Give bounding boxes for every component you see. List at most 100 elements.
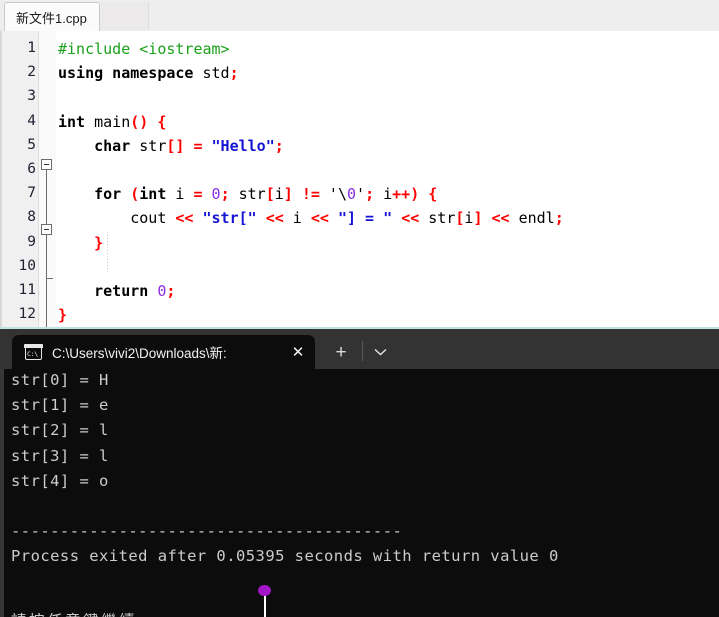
line-number: 6 <box>27 161 36 177</box>
code-token: "str[" <box>202 209 257 228</box>
code-token: ( <box>130 185 140 204</box>
code-line[interactable]: #include <iostream> <box>58 40 230 58</box>
code-line[interactable]: char str[] = "Hello"; <box>58 137 284 155</box>
code-lines: 1 #include <iostream> 2 using namespace std… <box>0 31 719 327</box>
command-prompt-icon: C:\ <box>24 343 43 360</box>
code-token: "] = " <box>337 209 393 228</box>
code-area[interactable]: 1 #include <iostream> 2 using namespace std… <box>0 31 719 329</box>
terminal-line: str[4] = o <box>11 471 109 490</box>
code-token: { <box>157 112 167 131</box>
code-token: cout <box>58 209 176 228</box>
code-token: } <box>94 233 104 252</box>
editor-tab-file[interactable]: 新文件1.cpp <box>4 2 100 33</box>
code-token: << <box>310 209 329 228</box>
terminal-prompt-line: 請按任意鍵繼續 . . . <box>11 609 182 617</box>
fold-bracket-line-7 <box>46 235 47 327</box>
new-tab-button[interactable]: + <box>327 339 355 365</box>
code-line[interactable]: } <box>58 306 67 324</box>
code-token: ; <box>220 185 230 204</box>
code-token: #include <box>58 40 140 58</box>
terminal-tab[interactable]: C:\ C:\Users\vivi2\Downloads\新: ✕ <box>12 335 315 369</box>
code-token: = <box>193 136 203 155</box>
indent-guide <box>107 232 108 274</box>
code-token: "Hello" <box>211 136 275 155</box>
code-line[interactable]: return 0; <box>58 282 175 300</box>
code-line[interactable]: } <box>58 234 103 252</box>
terminal-line: str[0] = H <box>11 371 109 389</box>
code-line[interactable]: using namespace std; <box>58 64 239 82</box>
editor-tab-label: 新文件1.cpp <box>16 11 87 26</box>
editor-tabstrip-filler <box>100 2 149 30</box>
fold-toggle-line-4[interactable] <box>41 159 52 170</box>
code-token: std <box>193 64 230 83</box>
code-line[interactable]: cout << "str[" << i << "] = " << str[i] … <box>58 209 564 227</box>
line-number: 8 <box>27 209 36 226</box>
code-token: i <box>166 185 194 204</box>
code-token: () <box>130 112 149 131</box>
code-token: ; <box>166 282 176 300</box>
code-token: != <box>301 185 320 204</box>
terminal-titlebar[interactable]: C:\ C:\Users\vivi2\Downloads\新: ✕ + <box>0 329 719 369</box>
code-token: << <box>401 209 420 228</box>
code-line[interactable]: int main() { <box>58 113 166 131</box>
code-token: ; <box>229 64 239 83</box>
line-number: 7 <box>27 185 36 202</box>
screen: 新文件1.cpp 1 #include <iostream> 2 using name… <box>0 0 719 617</box>
code-token: str <box>130 136 167 155</box>
code-token: ' <box>356 185 366 204</box>
selection-handle-start[interactable] <box>258 585 271 596</box>
code-token: i <box>283 209 311 228</box>
line-number: 5 <box>27 136 36 153</box>
line-number: 2 <box>27 64 36 81</box>
code-token: ; <box>274 136 284 155</box>
fold-toggle-line-7[interactable] <box>41 224 52 235</box>
code-token: 0 <box>347 185 357 204</box>
line-number: 9 <box>27 233 36 250</box>
code-token: [ <box>265 185 275 204</box>
code-token: main <box>85 112 131 131</box>
line-number: 10 <box>18 257 36 274</box>
fold-end-line-9 <box>46 278 53 279</box>
code-token: char <box>94 136 131 155</box>
terminal-window: C:\ C:\Users\vivi2\Downloads\新: ✕ + str[… <box>0 329 719 617</box>
line-number: 11 <box>18 282 36 298</box>
code-token: { <box>428 185 438 204</box>
close-icon[interactable]: ✕ <box>283 337 313 367</box>
fold-bracket-line-4 <box>46 170 47 224</box>
terminal-output-area[interactable]: str[0] = H str[1] = e str[2] = l str[3] = l… <box>0 369 719 617</box>
code-line[interactable]: for (int i = 0; str[i] != '\0'; i++) { <box>58 185 437 203</box>
code-token: '\ <box>319 185 347 204</box>
titlebar-divider <box>362 341 363 361</box>
line-number: 12 <box>18 306 36 323</box>
line-number: 3 <box>27 88 36 105</box>
code-token: = <box>193 185 203 204</box>
code-token: return <box>94 282 149 300</box>
line-number: 1 <box>27 40 36 56</box>
chevron-down-icon[interactable] <box>367 339 393 365</box>
code-token: << <box>265 209 284 228</box>
code-token: ; <box>365 185 375 204</box>
terminal-scrollbar[interactable] <box>0 369 4 617</box>
terminal-line: Process exited after 0.05395 seconds wit… <box>11 547 559 566</box>
code-token: << <box>491 209 510 228</box>
code-token: int <box>58 112 86 131</box>
code-token: str <box>419 209 456 228</box>
terminal-line: ---------------------------------------- <box>11 522 403 541</box>
editor-tabstrip: 新文件1.cpp <box>0 0 719 33</box>
line-number: 4 <box>27 112 36 129</box>
code-token: endl <box>509 209 555 228</box>
